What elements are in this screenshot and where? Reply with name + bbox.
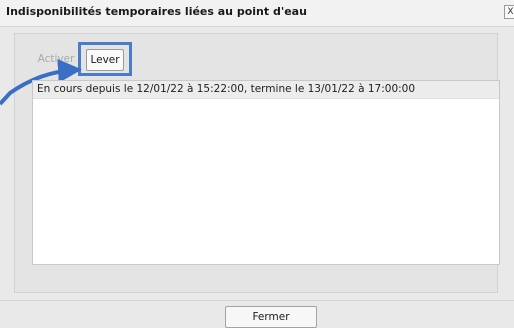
fermer-button[interactable]: Fermer — [225, 306, 317, 328]
footer-divider — [0, 300, 514, 301]
list-item[interactable]: En cours depuis le 12/01/22 à 15:22:00, … — [33, 81, 499, 99]
list-item-text: En cours depuis le 12/01/22 à 15:22:00, … — [37, 83, 416, 95]
unavailability-list[interactable]: En cours depuis le 12/01/22 à 15:22:00, … — [32, 80, 500, 265]
